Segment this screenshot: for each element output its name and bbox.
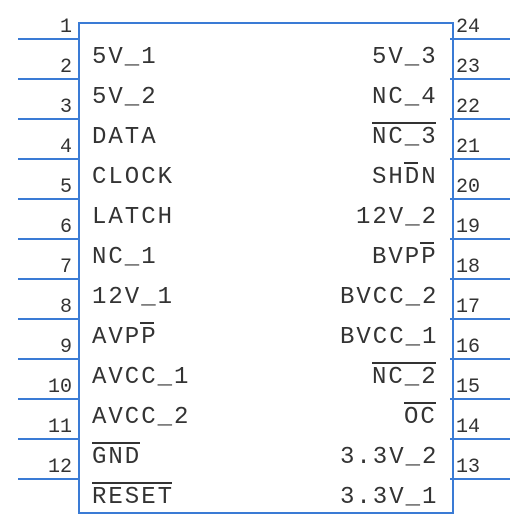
pin-label: NC_4 (372, 84, 436, 111)
pin-number: 14 (456, 416, 510, 439)
pin-number: 5 (18, 176, 72, 199)
pin-number: 11 (18, 416, 72, 439)
pin-number: 18 (456, 256, 510, 279)
pin-number: 20 (456, 176, 510, 199)
pin-label: 5V_3 (372, 44, 436, 71)
pin-label: BVPP (372, 244, 436, 271)
overbar (92, 482, 172, 484)
pin-number: 17 (456, 296, 510, 319)
overbar (372, 362, 436, 364)
pin-number: 24 (456, 16, 510, 39)
pin-label: 5V_1 (92, 44, 158, 71)
pin-label: 12V_1 (92, 284, 174, 311)
pin-number: 3 (18, 96, 72, 119)
pin-label: AVPP (92, 324, 158, 351)
overbar (404, 402, 436, 404)
pin-number: 1 (18, 16, 72, 39)
pin-label: NC_1 (92, 244, 158, 271)
pin-number: 9 (18, 336, 72, 359)
pin-label: BVCC_2 (340, 284, 436, 311)
pin-label: NC_3 (372, 124, 436, 151)
pin-label: CLOCK (92, 164, 174, 191)
pin-label: NC_2 (372, 364, 436, 391)
pin-number: 6 (18, 216, 72, 239)
pin-number: 7 (18, 256, 72, 279)
pin-label: GND (92, 444, 141, 471)
overbar (140, 322, 154, 324)
overbar (420, 242, 434, 244)
pin-number: 15 (456, 376, 510, 399)
pin-label: SHDN (372, 164, 436, 191)
pin-label: 3.3V_1 (340, 484, 436, 511)
pin-label: BVCC_1 (340, 324, 436, 351)
pin-number: 16 (456, 336, 510, 359)
pin-label: RESET (92, 484, 174, 511)
pin-label: 12V_2 (356, 204, 436, 231)
pin-number: 2 (18, 56, 72, 79)
pin-number: 13 (456, 456, 510, 479)
pin-label: AVCC_1 (92, 364, 190, 391)
pin-number: 8 (18, 296, 72, 319)
pin-number: 21 (456, 136, 510, 159)
pin-number: 23 (456, 56, 510, 79)
overbar (404, 162, 418, 164)
pin-label: 5V_2 (92, 84, 158, 111)
overbar (372, 122, 436, 124)
pin-number: 10 (18, 376, 72, 399)
pin-number: 12 (18, 456, 72, 479)
pin-number: 22 (456, 96, 510, 119)
pin-label: LATCH (92, 204, 174, 231)
overbar (92, 442, 140, 444)
pin-number: 4 (18, 136, 72, 159)
pin-label: AVCC_2 (92, 404, 190, 431)
pin-label: OC (404, 404, 436, 431)
pin-number: 19 (456, 216, 510, 239)
pin-label: 3.3V_2 (340, 444, 436, 471)
pin-label: DATA (92, 124, 158, 151)
